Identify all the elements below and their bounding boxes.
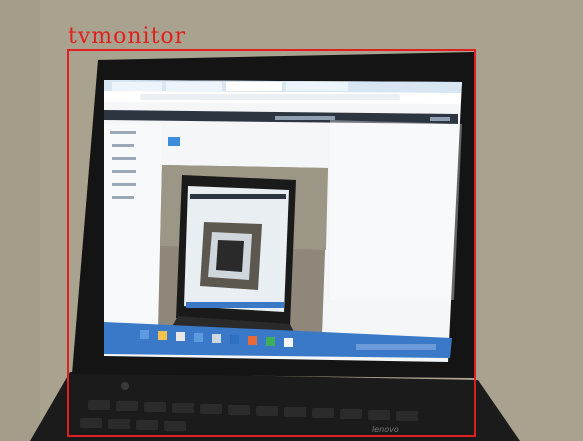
url-field xyxy=(140,94,400,100)
app-header-logout xyxy=(430,117,450,121)
inner-taskbar xyxy=(186,302,284,308)
inner-header-bar xyxy=(190,194,286,199)
photo-frame: lenovo tvmonitor xyxy=(0,0,583,441)
wall-shadow-left xyxy=(0,0,40,441)
app-blue-button xyxy=(168,137,180,146)
inner-inner-bezel xyxy=(216,240,244,272)
app-header-user xyxy=(275,116,335,120)
brand-logo: lenovo xyxy=(372,425,399,434)
browser-tabs xyxy=(112,82,348,91)
app-sidebar xyxy=(104,124,162,322)
photo-scene: lenovo xyxy=(0,0,583,441)
screen-glare xyxy=(330,120,462,300)
taskbar-tray xyxy=(356,344,436,350)
power-button-icon xyxy=(121,382,129,390)
detection-label: tvmonitor xyxy=(68,24,187,49)
